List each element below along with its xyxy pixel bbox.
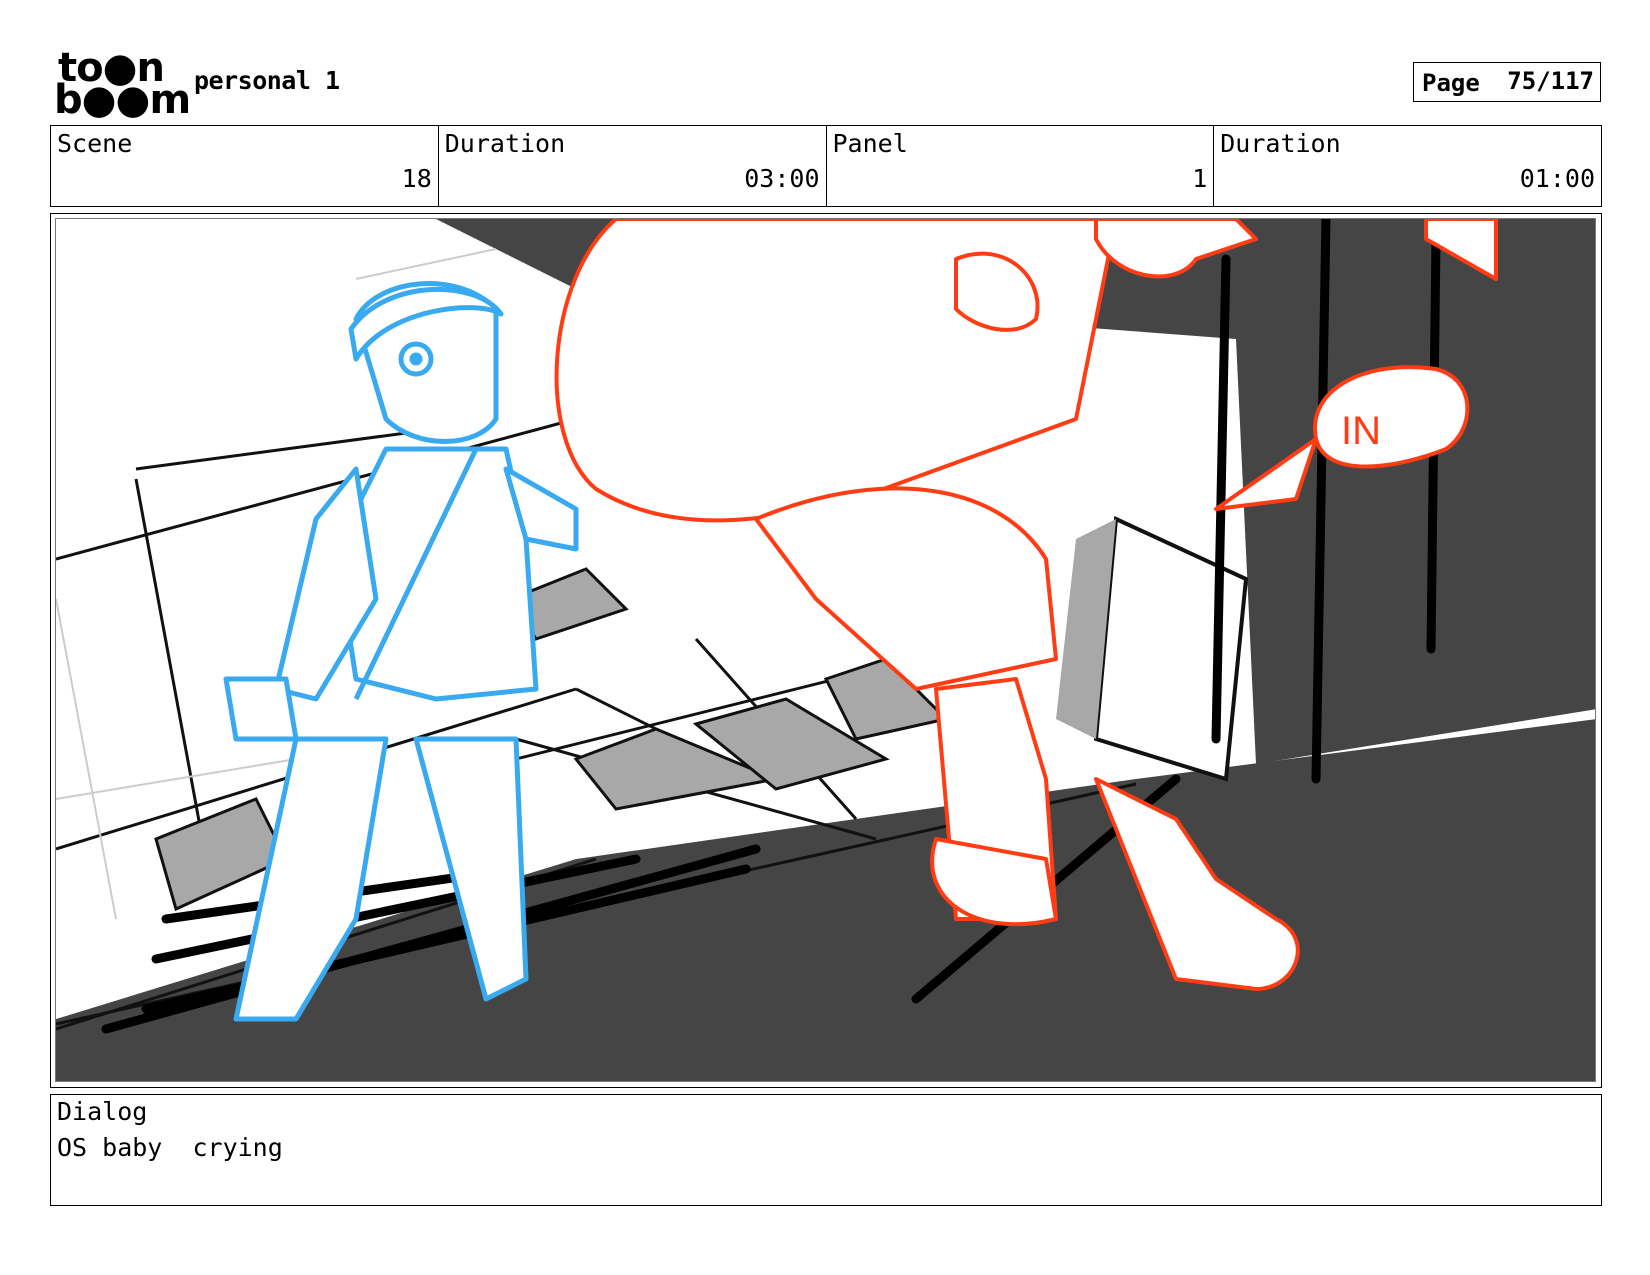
panel-label: Panel <box>832 129 908 158</box>
panel-info-row: Scene 18 Duration 03:00 Panel 1 Duration… <box>50 125 1602 207</box>
storyboard-panel-image: IN <box>55 218 1596 1082</box>
panel-sketch: IN <box>56 219 1595 1081</box>
logo-line-2: b●●m <box>54 77 191 123</box>
scene-value: 18 <box>401 164 432 193</box>
scene-cell: Scene 18 <box>51 126 439 206</box>
scene-duration-value: 03:00 <box>744 164 820 193</box>
page-indicator: Page 75/117 <box>1413 62 1601 102</box>
dialog-box: Dialog OS baby crying <box>50 1094 1602 1206</box>
panel-duration-cell: Duration 01:00 <box>1214 126 1601 206</box>
page-number: 75/117 <box>1507 67 1594 95</box>
dialog-text: OS baby crying <box>57 1133 283 1162</box>
panel-duration-label: Duration <box>1220 129 1341 158</box>
scene-label: Scene <box>57 129 133 158</box>
storyboard-panel-frame: IN <box>50 213 1602 1088</box>
project-title: personal 1 <box>194 66 340 95</box>
page-label: Page <box>1422 69 1480 97</box>
panel-cell: Panel 1 <box>827 126 1215 206</box>
toon-boom-logo: to●n b●●m <box>54 48 191 120</box>
panel-value: 1 <box>1192 164 1208 193</box>
dialog-label: Dialog <box>57 1097 148 1126</box>
scene-duration-label: Duration <box>444 129 566 158</box>
panel-duration-value: 01:00 <box>1519 164 1595 193</box>
scene-duration-cell: Duration 03:00 <box>439 126 827 206</box>
in-annotation: IN <box>1341 409 1381 453</box>
